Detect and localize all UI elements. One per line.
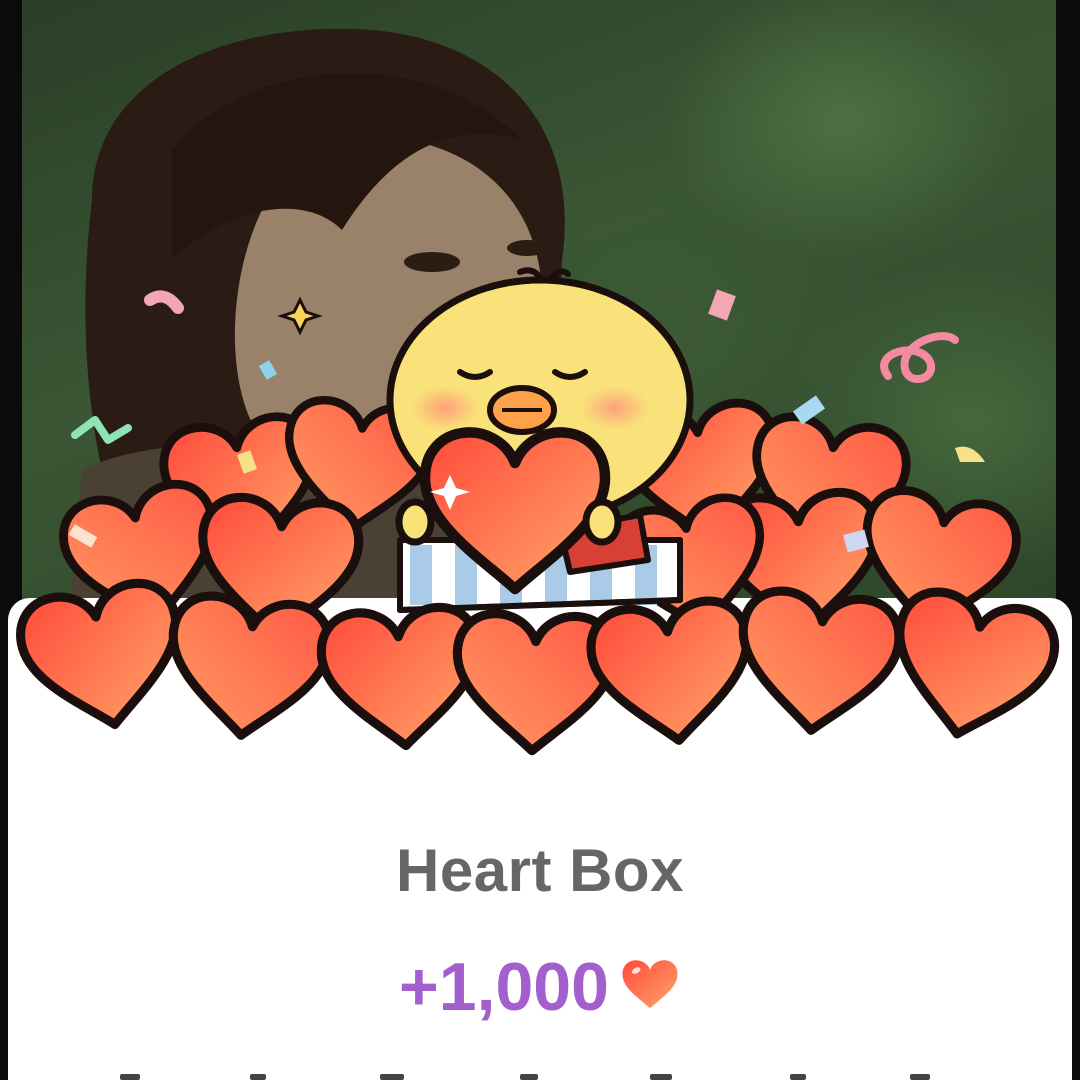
heart-box-screen: Heart Box +1,000 [0,0,1080,1080]
reward-amount-row: +1,000 [0,948,1080,1026]
description-text-cutoff [120,1074,930,1080]
heart-box-illustration [0,267,1080,780]
heart-icon [622,960,678,1009]
reward-title: Heart Box [396,837,684,904]
reward-amount: +1,000 [399,949,609,1025]
